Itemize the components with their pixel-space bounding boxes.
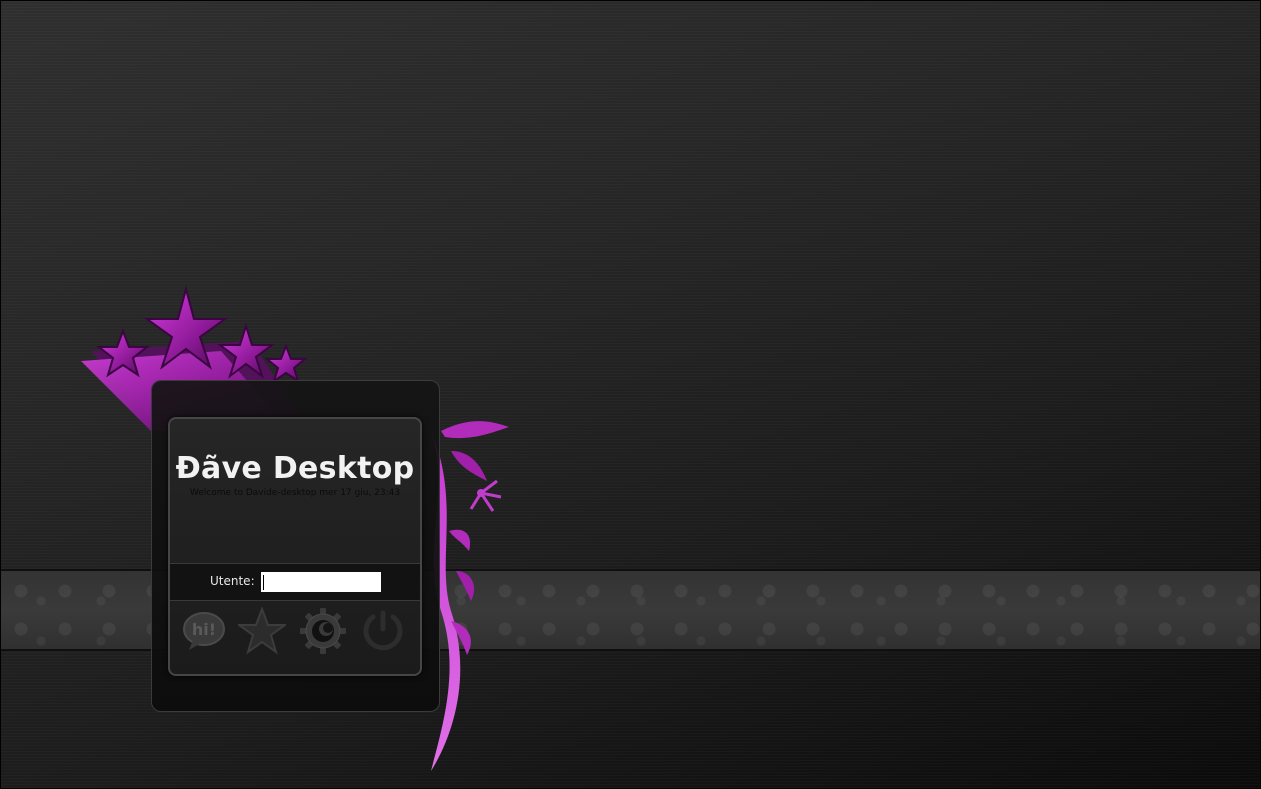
options-button[interactable] [299, 607, 347, 655]
shutdown-button[interactable] [359, 607, 407, 655]
login-panel: Đãve Desktop Welcome to Davide-desktop m… [168, 417, 422, 676]
gear-icon [300, 608, 346, 654]
favorite-button[interactable] [238, 607, 286, 655]
svg-text:hi!: hi! [192, 620, 216, 639]
star-icon [238, 607, 286, 655]
username-row: Utente: [170, 563, 420, 601]
chat-button[interactable]: hi! [180, 607, 228, 655]
shutdown-icon [363, 610, 403, 651]
username-input[interactable] [261, 572, 381, 592]
chat-hi-icon: hi! [183, 612, 225, 650]
login-screen-background: Đãve Desktop Welcome to Davide-desktop m… [0, 0, 1261, 789]
text-caret [263, 575, 264, 590]
username-label: Utente: [210, 574, 255, 588]
hostname-title: Đãve Desktop [175, 451, 415, 486]
welcome-message: Welcome to Davide-desktop mer 17 giu, 23… [189, 488, 401, 498]
